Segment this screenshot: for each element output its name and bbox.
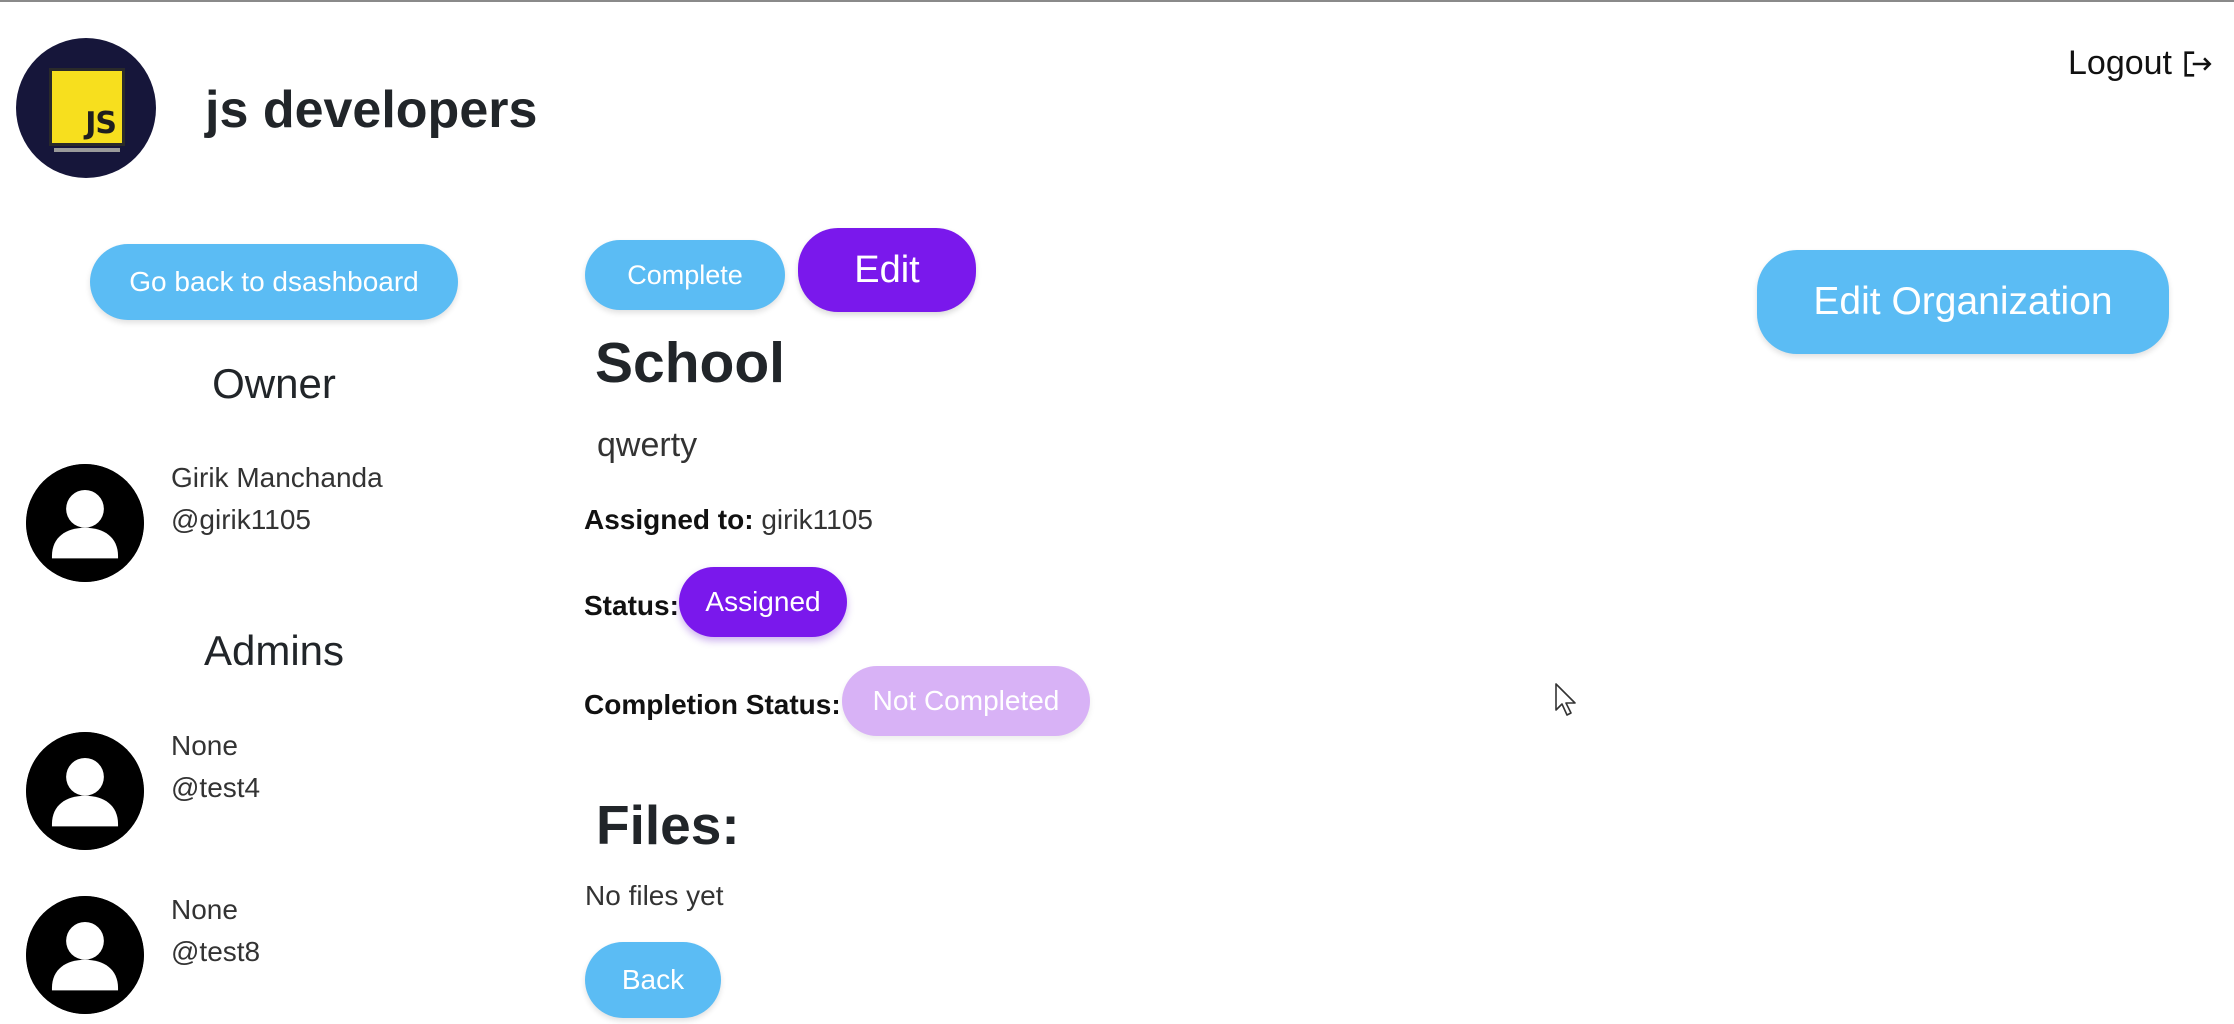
logout-icon [2184, 50, 2212, 77]
status-badge: Assigned [679, 567, 847, 637]
assigned-value: girik1105 [761, 504, 873, 535]
assigned-label: Assigned to: [584, 504, 754, 535]
back-to-dashboard-button[interactable]: Go back to dsashboard [90, 244, 458, 320]
status-label: Status: [584, 590, 679, 621]
user-avatar-icon [26, 732, 144, 850]
admin-handle: @test8 [171, 936, 261, 967]
owner-name: Girik Manchanda [171, 462, 383, 493]
admin-avatar [26, 896, 144, 1014]
admin-avatar [26, 732, 144, 850]
edit-task-button[interactable]: Edit [798, 228, 976, 312]
files-empty-text: No files yet [585, 880, 724, 911]
completion-status-label: Completion Status: [584, 689, 841, 720]
logout-label: Logout [2068, 44, 2172, 82]
user-avatar-icon [26, 896, 144, 1014]
admin-name: None [171, 894, 238, 925]
complete-button[interactable]: Complete [585, 240, 785, 310]
edit-organization-button[interactable]: Edit Organization [1757, 250, 2169, 354]
org-name: js developers [205, 81, 538, 139]
assigned-row: Assigned to: girik1105 [584, 504, 873, 536]
admin-handle: @test4 [171, 772, 261, 803]
completion-status-badge: Not Completed [842, 666, 1090, 736]
task-description: qwerty [597, 426, 698, 464]
owner-avatar [26, 464, 144, 582]
owner-heading: Owner [212, 360, 336, 407]
mouse-cursor-icon [1555, 683, 1576, 716]
logout-link[interactable]: Logout [2068, 44, 2216, 83]
top-border [0, 0, 2234, 2]
admins-heading: Admins [203, 627, 345, 674]
js-logo-icon: JS [49, 68, 125, 146]
logo-base [54, 148, 120, 152]
task-title: School [595, 331, 786, 395]
owner-handle: @girik1105 [171, 504, 311, 535]
user-avatar-icon [26, 464, 144, 582]
admin-name: None [171, 730, 238, 761]
files-heading: Files: [596, 794, 740, 856]
back-button[interactable]: Back [585, 942, 721, 1018]
logo-text: JS [85, 106, 117, 141]
org-logo: JS [16, 38, 156, 178]
